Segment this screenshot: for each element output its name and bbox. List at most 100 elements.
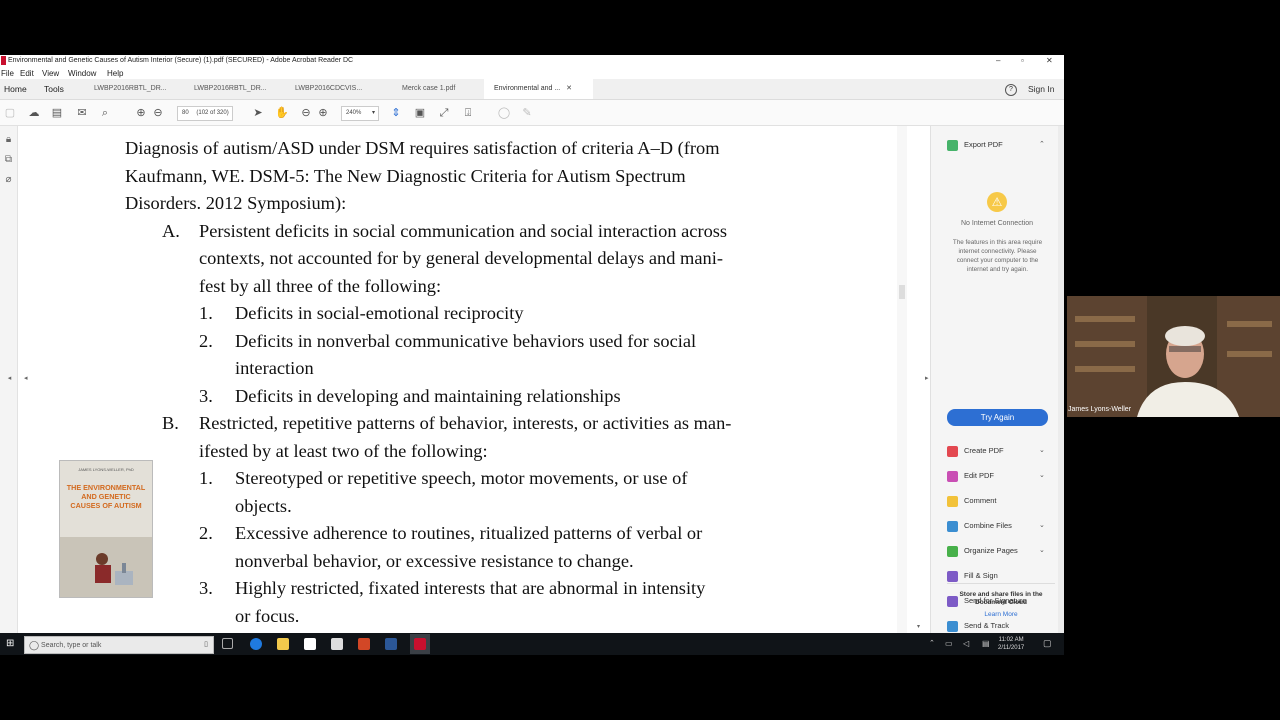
no-internet-title: No Internet Connection	[961, 220, 1033, 227]
windows-start-icon[interactable]: ⊞	[6, 638, 14, 649]
tab-document-active[interactable]: Environmental and ... ✕	[484, 79, 593, 99]
menu-view[interactable]: View	[42, 69, 59, 78]
try-again-button[interactable]: Try Again	[947, 409, 1048, 426]
tab-document-4[interactable]: Merck case 1.pdf	[392, 79, 482, 99]
tab-tools[interactable]: Tools	[44, 79, 64, 99]
line-text: objects.	[235, 495, 292, 516]
scroll-down-icon[interactable]: ▾	[917, 623, 920, 630]
print-icon[interactable]: ▤	[50, 106, 64, 120]
book-cover-image: JAMES LYONS-WELLER, PhD THE ENVIRONMENTA…	[59, 460, 153, 598]
taskbar-search-box[interactable]: ◯ Search, type or talk ▯	[24, 636, 214, 654]
menu-edit[interactable]: Edit	[20, 69, 34, 78]
create-icon[interactable]: ▢	[3, 106, 17, 120]
expand-left-pane-icon[interactable]: ◂	[24, 374, 28, 382]
tab-document-1[interactable]: LWBP2016RBTL_DR...	[84, 79, 191, 99]
menu-file[interactable]: File	[1, 69, 14, 78]
edge-browser-icon[interactable]	[250, 638, 262, 650]
tool-icon	[947, 445, 958, 457]
full-screen-icon[interactable]: ⤢	[437, 106, 451, 120]
fit-page-icon[interactable]: ⇕	[389, 106, 403, 120]
tab-document-3[interactable]: LWBP2016CDCVIS...	[285, 79, 392, 99]
line-text: Deficits in developing and maintaining r…	[235, 385, 621, 406]
upload-cloud-icon[interactable]: ☁	[27, 106, 41, 120]
export-pdf-tool[interactable]: Export PDF ⌃	[947, 137, 1045, 153]
minimize-button[interactable]: –	[996, 56, 1000, 65]
book-title: THE ENVIRONMENTAL AND GENETIC CAUSES OF …	[66, 483, 146, 510]
email-icon[interactable]: ✉	[75, 106, 89, 120]
document-view[interactable]: Diagnosis of autism/ASD under DSM requir…	[18, 126, 929, 633]
tool-item-edit-pdf[interactable]: Edit PDF ⌄	[947, 468, 1045, 484]
no-internet-message: The features in this area require intern…	[952, 239, 1043, 273]
tool-item-create-pdf[interactable]: Create PDF ⌄	[947, 443, 1045, 459]
tool-item-comment[interactable]: Comment	[947, 493, 997, 509]
collapse-left-panel-icon[interactable]: ◂	[4, 374, 15, 382]
tab-home[interactable]: Home	[4, 79, 27, 99]
page-number-input[interactable]: 80	[182, 110, 189, 116]
page-number-field[interactable]: 80 (102 of 320)	[177, 106, 233, 121]
tool-item-combine-files[interactable]: Combine Files ⌄	[947, 518, 1045, 534]
line-text: Diagnosis of autism/ASD under DSM requir…	[125, 138, 720, 158]
highlight-pen-icon[interactable]: ✎	[520, 106, 534, 120]
zoom-out-icon[interactable]: ⊖	[299, 106, 313, 120]
next-page-icon[interactable]: ⊖	[151, 106, 165, 120]
file-explorer-icon[interactable]	[277, 638, 289, 650]
tab-label: Environmental and ...	[494, 85, 561, 92]
tool-label: Organize Pages	[964, 546, 1018, 555]
zoom-in-icon[interactable]: ⊕	[316, 106, 330, 120]
tab-bar: Home Tools LWBP2016RBTL_DR... LWBP2016RB…	[0, 79, 1064, 100]
store-share-message: Store and share files in the Document Cl…	[959, 591, 1043, 606]
tool-item-fill-sign[interactable]: Fill & Sign	[947, 568, 998, 584]
chevron-down-icon[interactable]: ⌄	[1039, 543, 1045, 559]
line-text: interaction	[235, 358, 314, 378]
read-mode-icon[interactable]: ⍗	[461, 106, 475, 120]
attachments-icon[interactable]: ⌀	[3, 174, 14, 185]
powerpoint-icon[interactable]	[358, 638, 370, 650]
left-navigation-rail: 🔒︎ ⧉ ⌀ ◂	[0, 126, 18, 633]
tray-expand-icon[interactable]: ⌃	[929, 639, 935, 647]
network-icon[interactable]: ▭	[945, 639, 953, 648]
scroll-mode-icon[interactable]: ▣	[413, 106, 427, 120]
line-text: Deficits in nonverbal communicative beha…	[235, 330, 697, 351]
scrollbar-thumb[interactable]	[899, 285, 905, 299]
task-view-icon[interactable]	[222, 638, 233, 649]
menu-help[interactable]: Help	[107, 69, 123, 78]
menu-window[interactable]: Window	[68, 69, 96, 78]
chevron-down-icon[interactable]: ⌄	[1039, 518, 1045, 534]
comment-icon[interactable]: ◯	[497, 106, 511, 120]
tool-item-send-track[interactable]: Send & Track	[947, 618, 1009, 633]
sign-in-link[interactable]: Sign In	[1028, 84, 1054, 94]
action-center-icon[interactable]: ▢	[1043, 638, 1052, 649]
help-icon[interactable]: ?	[1005, 84, 1017, 96]
chevron-up-icon[interactable]: ⌃	[1039, 137, 1045, 153]
page-thumbnails-icon[interactable]: ⧉	[3, 154, 14, 165]
hand-tool-icon[interactable]: ✋	[275, 106, 289, 120]
microphone-icon[interactable]: ▯	[204, 637, 208, 653]
search-icon[interactable]: ⌕	[98, 106, 112, 120]
amazon-icon[interactable]	[331, 638, 343, 650]
tool-label: Comment	[964, 496, 997, 505]
tools-pane-scrollbar[interactable]	[1058, 126, 1064, 633]
close-tab-icon[interactable]: ✕	[566, 85, 572, 92]
zoom-level-field[interactable]: 240% ▾	[341, 106, 379, 121]
tool-item-organize-pages[interactable]: Organize Pages ⌄	[947, 543, 1045, 559]
acrobat-logo-icon	[1, 56, 6, 65]
book-author: JAMES LYONS-WELLER, PhD	[78, 467, 134, 472]
document-vertical-scrollbar[interactable]	[897, 126, 907, 633]
line-text: nonverbal behavior, or excessive resista…	[235, 550, 634, 571]
tool-icon	[947, 495, 958, 507]
close-button[interactable]: ✕	[1046, 56, 1053, 65]
previous-page-icon[interactable]: ⊕	[134, 106, 148, 120]
select-tool-icon[interactable]: ➤	[251, 106, 265, 120]
keyboard-icon[interactable]: ▤	[982, 639, 990, 648]
taskbar-clock[interactable]: 11:02 AM 2/11/2017	[998, 636, 1024, 652]
lock-icon[interactable]: 🔒︎	[3, 134, 14, 145]
chevron-down-icon[interactable]: ⌄	[1039, 443, 1045, 459]
volume-icon[interactable]: ◁	[963, 639, 969, 648]
collapse-right-pane-icon[interactable]: ▸	[925, 374, 929, 382]
tab-document-2[interactable]: LWBP2016RBTL_DR...	[184, 79, 291, 99]
learn-more-link[interactable]: Learn More	[951, 611, 1051, 618]
store-icon[interactable]	[304, 638, 316, 650]
chevron-down-icon[interactable]: ⌄	[1039, 468, 1045, 484]
word-icon[interactable]	[385, 638, 397, 650]
maximize-button[interactable]: ▫	[1021, 56, 1024, 65]
